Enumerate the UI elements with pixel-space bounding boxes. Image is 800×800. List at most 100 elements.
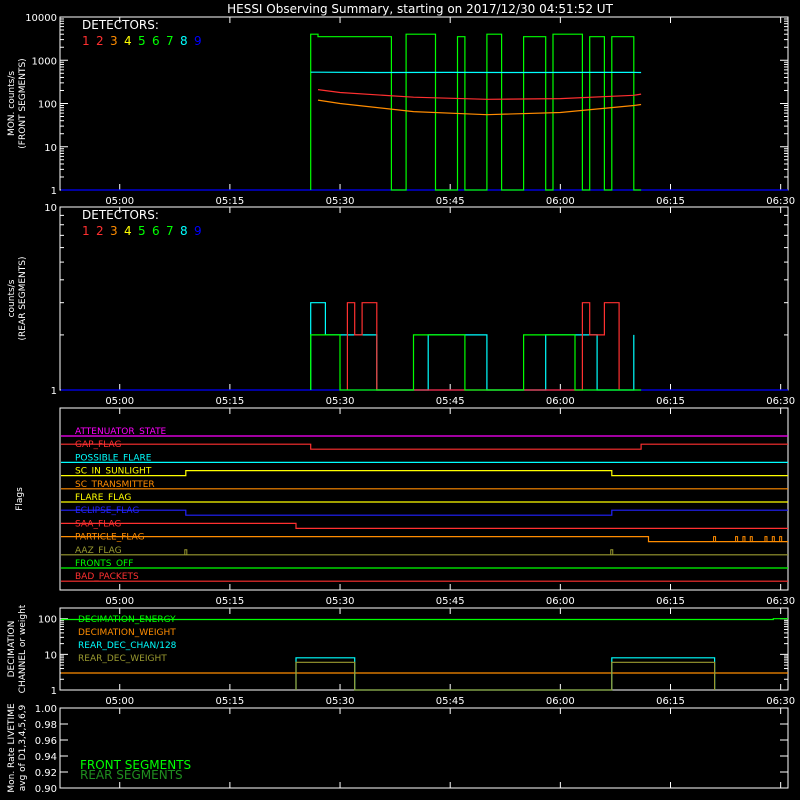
flag-particle-flag-spike (749, 536, 753, 542)
front-panel-legend-det-2: 2 (96, 34, 104, 48)
livetime-panel-ylabel: Mon. Rate LIVETIME (7, 703, 17, 793)
decimation-panel-ylabel2: CHANNEL or weight (18, 604, 28, 693)
flag-gap-flag-label: GAP_FLAG (75, 440, 121, 450)
livetime-panel-ylabel2: avg of D1,3,4,5,6,9 (18, 704, 28, 791)
rear-panel-ytick-label: 1 (51, 386, 57, 397)
decimation-panel-xtick-label: 05:30 (326, 696, 355, 707)
livetime-legend-rear-segments: REAR SEGMENTS (80, 768, 183, 782)
rear-panel-xtick-label: 05:30 (326, 396, 355, 407)
front-panel-legend-det-8: 8 (180, 34, 188, 48)
front-panel-ytick-label: 10000 (25, 13, 57, 24)
decimation-panel-xtick-label: 06:30 (766, 696, 795, 707)
rear-panel-ytick-label: 10 (44, 203, 57, 214)
decimation-legend-decimation-weight: DECIMATION_WEIGHT (78, 628, 176, 638)
livetime-panel-ytick-label: 0.98 (35, 720, 57, 731)
front-panel-xtick-label: 05:00 (105, 196, 134, 207)
rear-panel-ylabel: counts/s (7, 279, 17, 317)
front-panel-ylabel: MON. counts/s (7, 71, 17, 136)
front-panel-ytick-label: 10 (44, 143, 57, 154)
front-panel-legend-title: DETECTORS: (82, 18, 159, 32)
front-panel-legend-det-7: 7 (166, 34, 174, 48)
rear-panel-legend-det-1: 1 (82, 224, 90, 238)
flag-particle-flag-line (61, 536, 788, 543)
flag-particle-flag-spike (764, 536, 768, 542)
figure-title: HESSI Observing Summary, starting on 201… (227, 2, 613, 16)
flag-particle-flag-spike (771, 536, 775, 542)
decimation-panel-xtick-label: 05:15 (215, 696, 244, 707)
flag-saa-flag-line (61, 522, 788, 529)
flags-panel-xtick-label: 05:45 (436, 596, 465, 607)
front-panel-legend-det-1: 1 (82, 34, 90, 48)
livetime-panel-ytick-label: 0.92 (35, 768, 57, 779)
rear-panel-legend-det-8: 8 (180, 224, 188, 238)
front-panel-xtick-label: 05:30 (326, 196, 355, 207)
decimation-panel-ytick-label: 1 (51, 686, 57, 697)
flags-panel-xtick-label: 06:15 (656, 596, 685, 607)
rear-panel-legend-det-4: 4 (124, 224, 132, 238)
rear-panel-ylabel2: (REAR SEGMENTS) (18, 256, 28, 340)
front-panel-ytick-label: 100 (38, 100, 57, 111)
rear-panel-legend-det-7: 7 (166, 224, 174, 238)
decimation-legend-rear-dec-weight: REAR_DEC_WEIGHT (78, 654, 167, 664)
rear-panel-legend-det-3: 3 (110, 224, 118, 238)
decimation-legend-rear-dec-chan-128: REAR_DEC_CHAN/128 (78, 641, 177, 651)
decimation-panel-ytick-label: 100 (38, 615, 57, 626)
front-panel-ytick-label: 1 (51, 186, 57, 197)
decimation-legend-decimation-energy: DECIMATION_ENERGY (78, 615, 176, 625)
decimation-panel-xtick-label: 05:00 (105, 696, 134, 707)
flags-panel-xtick-label: 06:30 (766, 596, 795, 607)
rear-panel-legend-det-6: 6 (152, 224, 160, 238)
rear-panel-xtick-label: 06:30 (766, 396, 795, 407)
flag-sc-in-sunlight-line (61, 470, 788, 477)
livetime-panel-ytick-label: 1.00 (35, 704, 57, 715)
decimation-panel-ylabel: DECIMATION (7, 621, 17, 678)
front-panel-ylabel2: (FRONT SEGMENTS) (18, 58, 28, 148)
flags-panel-frame (59, 407, 789, 591)
flag-gap-flag-line (61, 443, 788, 450)
front-panel-legend-det-5: 5 (138, 34, 146, 48)
rear-panel-legend-det-5: 5 (138, 224, 146, 238)
flags-panel-xtick-label: 05:30 (326, 596, 355, 607)
front-panel-legend-det-3: 3 (110, 34, 118, 48)
front-panel-xtick-label: 06:15 (656, 196, 685, 207)
rear-panel-series-det1 (346, 302, 620, 391)
observing-summary-figure: HESSI Observing Summary, starting on 201… (7, 2, 795, 795)
flag-aaz-flag-spike (610, 549, 614, 555)
front-panel-ytick-label: 1000 (32, 56, 57, 67)
front-panel-series-det1 (317, 89, 642, 100)
rear-panel-legend-title: DETECTORS: (82, 208, 159, 222)
livetime-panel-ytick-label: 0.90 (35, 784, 57, 795)
flags-panel-xtick-label: 05:00 (105, 596, 134, 607)
decimation-panel-ytick-label: 10 (44, 650, 57, 661)
front-panel-series-det6 (310, 33, 642, 191)
flag-aaz-flag-spike (184, 549, 188, 555)
front-panel-legend-det-6: 6 (152, 34, 160, 48)
rear-panel-xtick-label: 05:15 (215, 396, 244, 407)
flags-panel-ylabel: Flags (15, 487, 25, 511)
rear-panel-xtick-label: 05:00 (105, 396, 134, 407)
front-panel-xtick-label: 06:30 (766, 196, 795, 207)
livetime-panel-ytick-label: 0.94 (35, 752, 57, 763)
front-panel-series-det3 (317, 99, 642, 116)
decimation-panel-xtick-label: 06:15 (656, 696, 685, 707)
flags-panel-xtick-label: 06:00 (546, 596, 575, 607)
rear-panel-xtick-label: 05:45 (436, 396, 465, 407)
rear-panel-legend-det-2: 2 (96, 224, 104, 238)
flags-panel-xtick-label: 05:15 (215, 596, 244, 607)
front-panel-xtick-label: 06:00 (546, 196, 575, 207)
rear-panel-xtick-label: 06:00 (546, 396, 575, 407)
front-panel-xtick-label: 05:15 (215, 196, 244, 207)
flag-particle-flag-spike (735, 536, 739, 542)
decimation-panel-series-rear-dec-weight (295, 661, 716, 691)
rear-panel-series-det6 (310, 334, 642, 391)
flag-eclipse-flag-label: ECLIPSE_FLAG (75, 506, 139, 516)
flag-particle-flag-spike (742, 536, 746, 542)
flag-particle-flag-spike (713, 536, 717, 542)
flag-particle-flag-spike (779, 536, 783, 542)
rear-panel-xtick-label: 06:15 (656, 396, 685, 407)
flag-particle-flag-label: PARTICLE_FLAG (75, 533, 145, 543)
flag-saa-flag-label: SAA_FLAG (75, 519, 121, 529)
decimation-panel-xtick-label: 05:45 (436, 696, 465, 707)
front-panel-xtick-label: 05:45 (436, 196, 465, 207)
livetime-panel-ytick-label: 0.96 (35, 736, 57, 747)
